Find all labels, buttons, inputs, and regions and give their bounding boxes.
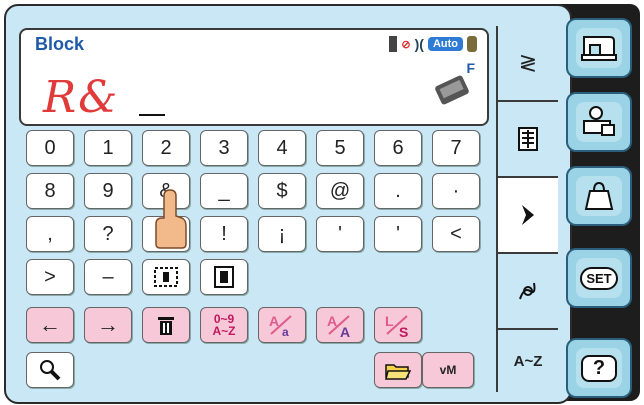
svg-text:A: A [340,324,350,338]
key-question[interactable]: ? [84,216,132,252]
key-exclamation[interactable]: ! [200,216,248,252]
key-special-box[interactable] [200,259,248,295]
magnifier-icon [40,360,61,381]
tab-direction[interactable] [496,178,558,254]
embroidery-machine-button[interactable] [566,92,632,152]
space-box-icon [154,267,178,287]
auto-badge: Auto [427,37,463,51]
tab-stitch-mode[interactable]: ≷ [496,26,558,102]
cursor-left-button[interactable]: ← [26,307,74,343]
thread-tension-icon: ⊘ [401,38,411,51]
key-2[interactable]: 2 [142,130,190,166]
svg-text:A: A [269,313,279,329]
delete-button[interactable] [142,307,190,343]
key-underscore[interactable]: _ [200,173,248,209]
sewing-machine-icon [581,36,617,61]
key-3[interactable]: 3 [200,130,248,166]
twin-needle-icon: )( [414,36,424,52]
text-cursor [139,114,165,116]
key-comma[interactable]: , [26,216,74,252]
key-less-than[interactable]: < [432,216,480,252]
font-mode-title: Block [35,34,85,54]
key-0[interactable]: 0 [26,130,74,166]
cursor-right-button[interactable]: → [84,307,132,343]
trash-icon [158,317,174,335]
special-char-icon [214,266,234,288]
size-icon: L S [385,313,408,338]
svg-text:a: a [282,325,289,338]
status-icons: ⊘ )( Auto [389,36,477,52]
key-apostrophe-left[interactable]: ' [316,216,364,252]
help-label: ? [580,354,618,382]
open-folder-icon [385,364,412,380]
tab-memory[interactable] [496,102,558,178]
key-6[interactable]: 6 [374,130,422,166]
key-9[interactable]: 9 [84,173,132,209]
uppercase-button[interactable]: A A [316,307,364,343]
size-toggle-button[interactable]: L S [374,307,422,343]
key-greater-than[interactable]: > [26,259,74,295]
set-button[interactable]: SET [566,248,632,308]
key-7[interactable]: 7 [432,130,480,166]
key-5[interactable]: 5 [316,130,364,166]
open-folder-button[interactable] [374,352,422,388]
direction-arrow-icon [522,205,534,225]
key-4[interactable]: 4 [258,130,306,166]
svg-text:A: A [327,313,337,329]
key-8[interactable]: 8 [26,173,74,209]
text-display-panel: Block R& ⊘ )( Auto F [19,28,489,126]
set-label: SET [580,266,618,290]
key-dash[interactable]: – [84,259,132,295]
svg-text:S: S [399,324,408,338]
presser-foot-icon [435,75,469,105]
key-at[interactable]: @ [316,173,364,209]
bobbin-icon [467,36,477,52]
lowercase-button[interactable]: A a [258,307,306,343]
key-apostrophe-right[interactable]: ' [374,216,422,252]
svg-text:L: L [385,313,394,329]
key-dollar[interactable]: $ [258,173,306,209]
touch-screen: Block R& ⊘ )( Auto F 0 1 2 3 4 5 6 7 8 9… [4,4,572,404]
number-letter-toggle-button[interactable]: 0~9 A~Z [200,307,248,343]
memory-icon [518,127,538,151]
zoom-button[interactable] [26,352,74,388]
key-space-box[interactable] [142,259,190,295]
pointing-finger-icon [155,189,187,249]
key-inverted-exclamation[interactable]: ¡ [258,216,306,252]
bag-icon [584,181,614,210]
tab-lettering[interactable]: A~Z [496,330,558,392]
key-middle-dot[interactable]: · [432,173,480,209]
tab-embroidery[interactable] [496,254,558,330]
lowercase-icon: A a [269,313,292,338]
needle-icon [389,36,398,52]
help-button[interactable]: ? [566,338,632,398]
key-1[interactable]: 1 [84,130,132,166]
help-bag-button[interactable] [566,166,632,226]
uppercase-icon: A A [327,313,350,338]
memory-button[interactable]: vM [422,352,474,388]
embroidery-machine-icon [583,106,615,136]
sewing-machine-button[interactable] [566,18,632,78]
key-period[interactable]: . [374,173,422,209]
embroidery-icon [519,282,536,300]
entered-text: R& [43,72,120,123]
